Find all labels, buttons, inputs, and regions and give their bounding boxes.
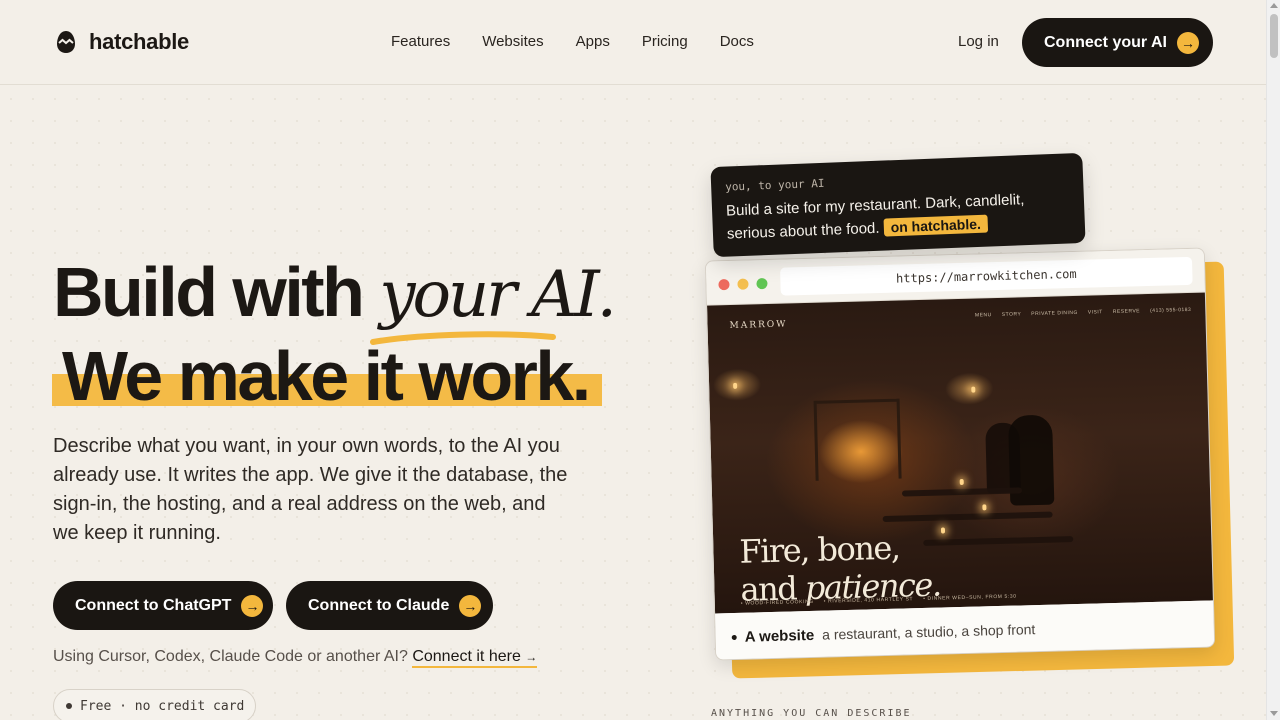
section-label: ANYTHING YOU CAN DESCRIBE (711, 708, 912, 719)
table-shape (901, 487, 1023, 497)
window-maximize-dot-icon (756, 277, 768, 290)
connect-ai-label: Connect your AI (1044, 33, 1167, 51)
hatch-egg-icon (57, 31, 75, 53)
browser-mockup: https://marrowkitchen.com MARROW MENU ST… (704, 247, 1216, 661)
candle-shape (940, 527, 946, 534)
candle-shape (959, 478, 964, 486)
prompt-hatchable-tag: on hatchable. (883, 214, 989, 237)
site-nav-item: MENU (974, 312, 992, 319)
url-bar: https://marrowkitchen.com (780, 256, 1193, 296)
site-nav-item: STORY (1001, 311, 1022, 318)
brand-name: hatchable (89, 29, 189, 54)
table-shape (882, 511, 1053, 523)
site-nav-item: (413) 555-0183 (1150, 306, 1192, 314)
headline-accent: your AI. (379, 258, 617, 332)
site-nav-item: PRIVATE DINING (1031, 309, 1078, 318)
free-badge-label: Free · no credit card (80, 698, 245, 714)
scroll-up-icon[interactable] (1270, 3, 1278, 8)
brand-logo[interactable]: hatchable (55, 29, 189, 55)
arrow-right-small-icon: → (525, 650, 538, 664)
site-logo: MARROW (729, 319, 788, 331)
fireplace-shape (813, 398, 902, 481)
wall-sconce-shape (971, 386, 976, 393)
window-minimize-dot-icon (737, 278, 749, 290)
connect-claude-button[interactable]: Connect to Claude → (286, 581, 493, 630)
arrow-right-icon: → (1176, 31, 1199, 54)
alt-connect-line: Using Cursor, Codex, Claude Code or anot… (53, 648, 538, 668)
connect-ai-button[interactable]: Connect your AI → (1022, 18, 1213, 67)
connect-chatgpt-label: Connect to ChatGPT (75, 596, 232, 614)
page-scrollbar[interactable] (1266, 0, 1280, 720)
arrow-right-icon: → (241, 594, 264, 617)
scroll-down-icon[interactable] (1270, 711, 1278, 716)
site-nav-item: VISIT (1087, 309, 1103, 316)
caption-subtitle: a restaurant, a studio, a shop front (821, 621, 1036, 643)
site-footer-item: • DINNER WED–SUN, FROM 5:30 (923, 593, 1017, 603)
alt-connect-text: Using Cursor, Codex, Claude Code or anot… (53, 648, 408, 665)
hero-headline-line2: We make it work. (62, 337, 591, 415)
free-badge: Free · no credit card (53, 689, 256, 720)
bullet-dot-icon (731, 634, 737, 640)
wall-sconce-shape (733, 382, 738, 389)
prompt-message: Build a site for my restaurant. Dark, ca… (726, 186, 1072, 245)
nav-apps[interactable]: Apps (576, 33, 610, 50)
login-link[interactable]: Log in (958, 33, 999, 50)
connect-it-here-label: Connect it here (412, 648, 521, 665)
caption-title: A website (744, 626, 815, 646)
site-headline-line1: Fire, bone, (738, 528, 900, 571)
scroll-thumb[interactable] (1270, 14, 1278, 58)
hero-headline-line1: Build with your AI. (53, 252, 617, 335)
window-close-dot-icon (718, 278, 730, 291)
connect-it-here-link[interactable]: Connect it here → (412, 648, 538, 668)
hero-description: Describe what you want, in your own word… (53, 435, 568, 544)
nav-pricing[interactable]: Pricing (642, 33, 688, 50)
bullet-dot-icon (66, 703, 72, 709)
ai-prompt-card: you, to your AI Build a site for my rest… (710, 152, 1086, 258)
connect-claude-label: Connect to Claude (308, 596, 450, 614)
headline-plain: Build with (53, 253, 380, 331)
nav-websites[interactable]: Websites (482, 33, 543, 50)
site-nav: MENU STORY PRIVATE DINING VISIT RESERVE … (975, 307, 1191, 319)
restaurant-site-preview: MARROW MENU STORY PRIVATE DINING VISIT R… (707, 292, 1215, 614)
arrow-right-icon: → (459, 594, 482, 617)
candle-shape (982, 504, 987, 511)
main-nav: Features Websites Apps Pricing Docs (391, 33, 754, 50)
nav-docs[interactable]: Docs (720, 33, 754, 50)
site-nav-item: RESERVE (1112, 308, 1141, 315)
top-nav-bar: hatchable Features Websites Apps Pricing… (0, 0, 1266, 85)
table-shape (923, 536, 1074, 546)
connect-chatgpt-button[interactable]: Connect to ChatGPT → (53, 581, 273, 630)
nav-features[interactable]: Features (391, 33, 450, 50)
